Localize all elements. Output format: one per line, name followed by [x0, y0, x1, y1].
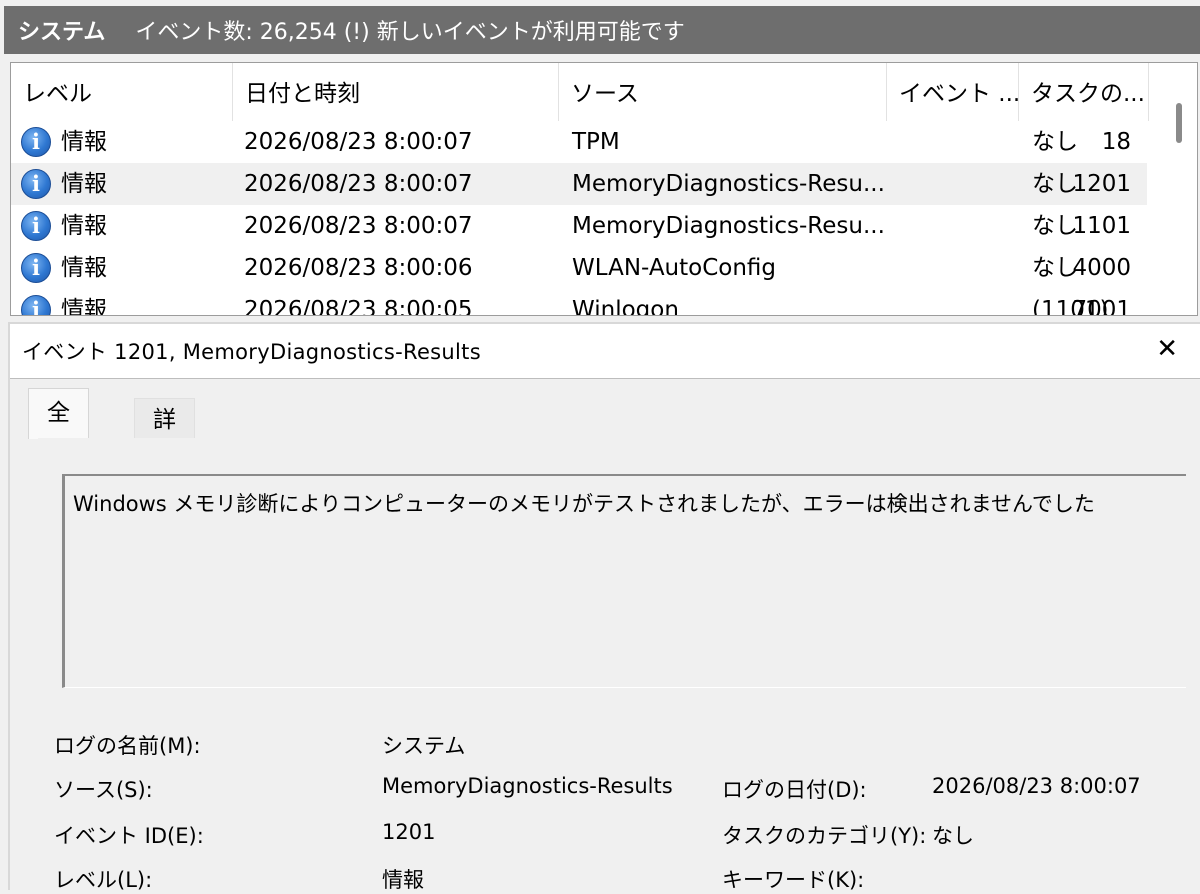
- column-header-level[interactable]: レベル: [11, 63, 233, 121]
- level-cell: 情報: [21, 121, 107, 163]
- title-bar: システム イベント数: 26,254 (!) 新しいイベントが利用可能です: [0, 0, 1200, 58]
- tab-details[interactable]: 詳細: [134, 398, 195, 475]
- source-cell: MemoryDiagnostics-Resu...: [572, 213, 885, 239]
- level-text: 情報: [61, 129, 107, 155]
- log-title: システム: [18, 20, 106, 45]
- table-row-selected[interactable]: 情報 2026/08/23 8:00:07 MemoryDiagnostics-…: [11, 163, 1147, 205]
- level-cell: 情報: [21, 289, 107, 316]
- task-category-cell: (1101): [1032, 297, 1109, 316]
- table-row[interactable]: 情報 2026/08/23 8:00:05 Winlogon 7001 (110…: [11, 289, 1147, 316]
- level-value: 情報: [382, 868, 424, 892]
- log-name-value: システム: [382, 734, 466, 758]
- level-text: 情報: [61, 297, 107, 316]
- tab-general-body: Windows メモリ診断によりコンピューターのメモリがテストされましたが、エラ…: [38, 438, 1200, 892]
- close-icon[interactable]: ✕: [1156, 334, 1178, 364]
- keywords-label: キーワード(K):: [722, 868, 865, 892]
- event-detail-pane: イベント 1201, MemoryDiagnostics-Results ✕ 全…: [8, 322, 1200, 892]
- source-value: MemoryDiagnostics-Results: [382, 774, 673, 798]
- info-icon: [21, 211, 51, 241]
- datetime-cell: 2026/08/23 8:00:06: [244, 255, 473, 281]
- task-category-cell: なし: [1032, 255, 1078, 281]
- logged-date-label: ログの日付(D):: [722, 778, 867, 802]
- column-header-source[interactable]: ソース: [559, 63, 887, 121]
- level-text: 情報: [61, 171, 107, 197]
- level-cell: 情報: [21, 247, 107, 289]
- info-icon: [21, 295, 51, 315]
- tab-general[interactable]: 全般: [28, 388, 89, 474]
- source-cell: MemoryDiagnostics-Resu...: [572, 171, 885, 197]
- log-name-label: ログの名前(M):: [54, 734, 201, 758]
- level-label: レベル(L):: [54, 868, 153, 892]
- datetime-cell: 2026/08/23 8:00:07: [244, 129, 473, 155]
- datetime-cell: 2026/08/23 8:00:07: [244, 213, 473, 239]
- task-category-value: なし: [932, 824, 974, 848]
- description-box[interactable]: Windows メモリ診断によりコンピューターのメモリがテストされましたが、エラ…: [62, 474, 1186, 688]
- title-bar-strip: システム イベント数: 26,254 (!) 新しいイベントが利用可能です: [4, 6, 1200, 54]
- level-cell: 情報: [21, 163, 107, 205]
- source-cell: TPM: [572, 129, 620, 155]
- logged-date-value: 2026/08/23 8:00:07: [932, 774, 1141, 798]
- source-cell: Winlogon: [572, 297, 679, 316]
- detail-title: イベント 1201, MemoryDiagnostics-Results: [22, 340, 481, 364]
- level-text: 情報: [61, 255, 107, 281]
- datetime-cell: 2026/08/23 8:00:07: [244, 171, 473, 197]
- level-text: 情報: [61, 213, 107, 239]
- event-id-value: 1201: [382, 820, 436, 844]
- column-header-datetime[interactable]: 日付と時刻: [233, 63, 559, 121]
- task-category-cell: なし: [1032, 213, 1078, 239]
- datetime-cell: 2026/08/23 8:00:05: [244, 297, 473, 316]
- vertical-scrollbar[interactable]: [1161, 63, 1197, 315]
- event-list[interactable]: レベル 日付と時刻 ソース イベント ... タスクの... 情報 2026/0…: [10, 62, 1198, 316]
- description-text: Windows メモリ診断によりコンピューターのメモリがテストされましたが、エラ…: [73, 492, 1095, 516]
- column-header-row: レベル 日付と時刻 ソース イベント ... タスクの...: [11, 63, 1161, 121]
- source-cell: WLAN-AutoConfig: [572, 255, 777, 281]
- table-row[interactable]: 情報 2026/08/23 8:00:07 TPM 18 なし: [11, 121, 1147, 163]
- source-label: ソース(S):: [54, 778, 153, 802]
- info-icon: [21, 253, 51, 283]
- event-id-label: イベント ID(E):: [54, 824, 204, 848]
- event-count-info[interactable]: イベント数: 26,254 (!) 新しいイベントが利用可能です: [135, 14, 684, 46]
- scrollbar-thumb[interactable]: [1176, 103, 1182, 143]
- table-row[interactable]: 情報 2026/08/23 8:00:06 WLAN-AutoConfig 40…: [11, 247, 1147, 289]
- table-row[interactable]: 情報 2026/08/23 8:00:07 MemoryDiagnostics-…: [11, 205, 1147, 247]
- task-category-cell: なし: [1032, 171, 1078, 197]
- task-category-cell: なし: [1032, 129, 1078, 155]
- column-header-event-id[interactable]: イベント ...: [887, 63, 1019, 121]
- task-category-label: タスクのカテゴリ(Y):: [722, 824, 927, 848]
- detail-header: イベント 1201, MemoryDiagnostics-Results ✕: [10, 324, 1200, 379]
- level-cell: 情報: [21, 205, 107, 247]
- info-icon: [21, 169, 51, 199]
- column-header-task-category[interactable]: タスクの...: [1019, 63, 1149, 121]
- info-icon: [21, 127, 51, 157]
